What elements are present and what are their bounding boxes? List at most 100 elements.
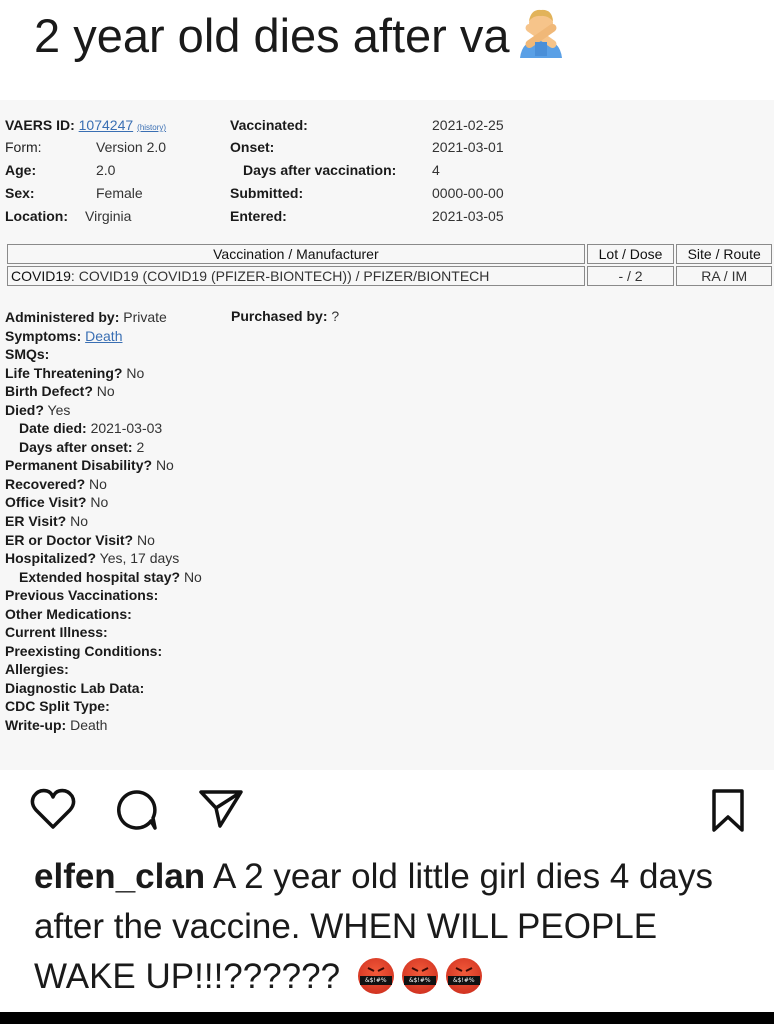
header-site-route: Site / Route bbox=[676, 244, 772, 264]
symptoms-row: Symptoms: Death bbox=[5, 327, 505, 346]
er-visit-label: ER Visit? bbox=[5, 513, 67, 530]
vaers-id-link[interactable]: 1074247 bbox=[79, 117, 134, 133]
vaers-id-row: VAERS ID: 1074247 (history) bbox=[5, 117, 166, 133]
table-row: COVID19: COVID19 (COVID19 (PFIZER-BIONTE… bbox=[7, 266, 772, 286]
angry-face-symbols: &$!#% bbox=[403, 976, 436, 985]
recovered-value: No bbox=[89, 475, 107, 492]
onset-value: 2021-03-01 bbox=[432, 139, 504, 155]
onset-label: Onset: bbox=[230, 139, 275, 155]
age-value: 2.0 bbox=[96, 162, 116, 178]
died-row: Died? Yes bbox=[5, 401, 505, 420]
location-value: Virginia bbox=[85, 208, 132, 224]
administered-by-row: Administered by: Private bbox=[5, 308, 505, 327]
vaccine-cell: COVID19: COVID19 (COVID19 (PFIZER-BIONTE… bbox=[7, 266, 585, 286]
heart-icon[interactable] bbox=[30, 788, 76, 835]
vaccine-manufacturer: COVID19 (COVID19 (PFIZER-BIONTECH)) / PF… bbox=[78, 268, 490, 284]
write-up-label: Write-up: bbox=[5, 717, 67, 734]
recovered-label: Recovered? bbox=[5, 475, 86, 492]
angry-face-symbols: &$!#% bbox=[359, 976, 392, 985]
form-label: Form: bbox=[5, 139, 42, 155]
hospitalized-label: Hospitalized? bbox=[5, 550, 97, 567]
office-visit-value: No bbox=[90, 494, 109, 511]
died-label: Died? bbox=[5, 401, 44, 418]
write-up-row: Write-up: Death bbox=[5, 716, 505, 735]
permanent-disability-row: Permanent Disability? No bbox=[5, 456, 505, 475]
recovered-row: Recovered? No bbox=[5, 475, 505, 494]
date-died-value: 2021-03-03 bbox=[90, 420, 163, 437]
er-doctor-visit-label: ER or Doctor Visit? bbox=[5, 531, 134, 548]
allergies-row: Allergies: bbox=[5, 660, 505, 679]
hospitalized-row: Hospitalized? Yes, 17 days bbox=[5, 549, 505, 568]
days-after-onset-row: Days after onset: 2 bbox=[5, 438, 505, 457]
birth-defect-row: Birth Defect? No bbox=[5, 382, 505, 401]
smqs-row: SMQs: bbox=[5, 345, 505, 364]
life-threatening-value: No bbox=[126, 364, 145, 381]
date-died-row: Date died: 2021-03-03 bbox=[5, 419, 505, 438]
administered-by-label: Administered by: bbox=[5, 309, 120, 325]
life-threatening-label: Life Threatening? bbox=[5, 364, 123, 381]
allergies-label: Allergies: bbox=[5, 661, 69, 678]
cdc-split-type-label: CDC Split Type: bbox=[5, 698, 110, 715]
send-icon[interactable] bbox=[198, 788, 244, 835]
angry-face-icon: &$!#% bbox=[445, 958, 482, 994]
symptom-death-link[interactable]: Death bbox=[85, 328, 122, 344]
preexisting-conditions-label: Preexisting Conditions: bbox=[5, 642, 163, 659]
preexisting-conditions-row: Preexisting Conditions: bbox=[5, 642, 505, 661]
header-vaccination-manufacturer: Vaccination / Manufacturer bbox=[7, 244, 585, 264]
days-after-onset-value: 2 bbox=[136, 438, 145, 455]
post-headline: 2 year old dies after va bbox=[34, 6, 568, 72]
life-threatening-row: Life Threatening? No bbox=[5, 364, 505, 383]
er-visit-value: No bbox=[70, 513, 88, 530]
other-medications-row: Other Medications: bbox=[5, 605, 505, 624]
vaccination-table: Vaccination / Manufacturer Lot / Dose Si… bbox=[5, 242, 774, 288]
comment-icon[interactable] bbox=[115, 788, 159, 837]
vaers-id-label: VAERS ID: bbox=[5, 117, 75, 133]
write-up-value: Death bbox=[70, 717, 108, 734]
date-died-label: Date died: bbox=[19, 420, 87, 437]
hospitalized-value: Yes, 17 days bbox=[99, 550, 180, 567]
days-after-vaccination-label: Days after vaccination: bbox=[243, 162, 397, 178]
smqs-label: SMQs: bbox=[5, 346, 50, 363]
diagnostic-lab-label: Diagnostic Lab Data: bbox=[5, 679, 145, 696]
days-after-onset-label: Days after onset: bbox=[19, 438, 133, 455]
extended-stay-row: Extended hospital stay? No bbox=[5, 568, 505, 587]
headline-text: 2 year old dies after va bbox=[34, 9, 510, 62]
bottom-bar bbox=[0, 1012, 774, 1024]
post-action-bar bbox=[0, 778, 774, 838]
er-doctor-visit-value: No bbox=[136, 531, 155, 548]
lot-dose-cell: - / 2 bbox=[586, 266, 675, 286]
header-lot-dose: Lot / Dose bbox=[586, 244, 675, 264]
previous-vaccinations-row: Previous Vaccinations: bbox=[5, 586, 505, 605]
permanent-disability-value: No bbox=[155, 457, 174, 474]
office-visit-label: Office Visit? bbox=[5, 494, 87, 511]
age-label: Age: bbox=[5, 162, 37, 178]
permanent-disability-label: Permanent Disability? bbox=[5, 457, 153, 474]
cdc-split-type-row: CDC Split Type: bbox=[5, 697, 505, 716]
entered-label: Entered: bbox=[230, 208, 287, 224]
location-label: Location: bbox=[5, 208, 68, 224]
sex-label: Sex: bbox=[5, 185, 35, 201]
vaccinated-value: 2021-02-25 bbox=[432, 117, 504, 133]
post-caption: elfen_clan A 2 year old little girl dies… bbox=[34, 852, 754, 1002]
bookmark-icon[interactable] bbox=[708, 788, 748, 839]
submitted-label: Submitted: bbox=[230, 185, 304, 201]
caption-username[interactable]: elfen_clan bbox=[34, 857, 205, 896]
angry-face-icon: &$!#% bbox=[357, 958, 394, 994]
vaccine-code: COVID19 bbox=[11, 268, 71, 284]
er-doctor-visit-row: ER or Doctor Visit? No bbox=[5, 531, 505, 550]
site-route-cell: RA / IM bbox=[676, 266, 772, 286]
history-link[interactable]: (history) bbox=[137, 123, 166, 132]
birth-defect-value: No bbox=[96, 383, 115, 400]
vaers-record-screenshot: VAERS ID: 1074247 (history) Form: Version… bbox=[0, 100, 774, 770]
other-medications-label: Other Medications: bbox=[5, 605, 132, 622]
days-after-vaccination-value: 4 bbox=[432, 162, 440, 178]
report-details: Administered by: Private Symptoms: Death… bbox=[5, 308, 505, 735]
vaccinated-label: Vaccinated: bbox=[230, 117, 308, 133]
form-value: Version 2.0 bbox=[96, 139, 167, 155]
er-visit-row: ER Visit? No bbox=[5, 512, 505, 531]
angry-face-icon: &$!#% bbox=[401, 958, 438, 994]
extended-stay-value: No bbox=[183, 568, 202, 585]
previous-vaccinations-label: Previous Vaccinations: bbox=[5, 587, 159, 604]
symptoms-label: Symptoms: bbox=[5, 327, 82, 344]
person-gesturing-no-icon bbox=[514, 6, 568, 72]
